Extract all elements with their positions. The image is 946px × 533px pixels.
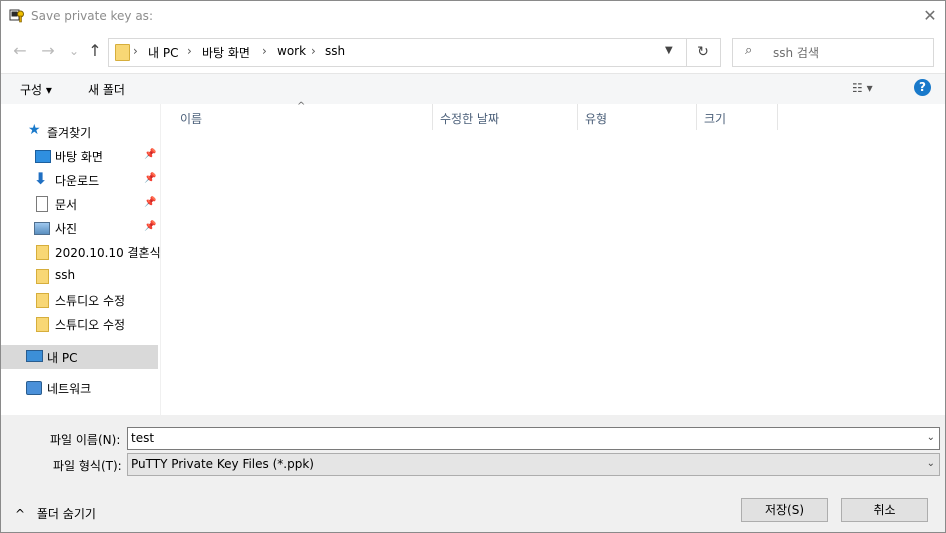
forward-arrow-icon[interactable]: → <box>38 41 58 61</box>
pin-icon: 📌 <box>144 221 157 232</box>
column-header-date-modified[interactable]: 수정한 날짜 <box>433 104 578 130</box>
filename-value: test <box>131 431 155 445</box>
sidebar-item-desktop[interactable]: 바탕 화면 📌 <box>1 144 158 168</box>
filetype-label: 파일 형식(T): <box>53 459 122 473</box>
folder-icon <box>115 44 130 61</box>
chevron-down-icon: ⌄ <box>926 458 935 469</box>
pin-icon: 📌 <box>144 197 157 208</box>
sidebar-item-label: 네트워크 <box>47 382 92 396</box>
sidebar-item-label: 2020.10.10 결혼식 <box>55 246 161 260</box>
breadcrumb-desktop[interactable]: 바탕 화면 <box>202 44 250 61</box>
breadcrumb-ssh[interactable]: ssh <box>325 44 345 58</box>
column-header-label: 수정한 날짜 <box>440 112 500 126</box>
sidebar-item-pictures[interactable]: 사진 📌 <box>1 216 158 240</box>
sidebar-item-quick-access[interactable]: ★ 즐겨찾기 <box>1 120 158 144</box>
search-placeholder: ssh 검색 <box>773 46 820 60</box>
sidebar-item-wedding-folder[interactable]: 2020.10.10 결혼식 <box>1 240 161 264</box>
address-bar[interactable]: › 내 PC › 바탕 화면 › work › ssh ▼ <box>108 38 687 67</box>
sidebar-item-label: 내 PC <box>47 351 78 365</box>
filetype-select[interactable]: PuTTY Private Key Files (*.ppk) ⌄ <box>127 453 940 476</box>
folder-icon <box>36 269 49 284</box>
folder-icon <box>36 317 49 332</box>
putty-key-icon <box>9 9 24 23</box>
breadcrumb-this-pc[interactable]: 내 PC <box>148 44 178 61</box>
chevron-right-icon: › <box>187 44 192 58</box>
pictures-icon <box>34 222 50 235</box>
document-icon <box>36 196 48 212</box>
sidebar-item-studio-edit[interactable]: 스튜디오 수정 <box>1 288 158 312</box>
computer-icon <box>26 350 43 362</box>
sidebar-item-this-pc[interactable]: 내 PC <box>1 345 158 369</box>
column-header-label: 유형 <box>585 112 608 126</box>
save-button[interactable]: 저장(S) <box>741 498 828 522</box>
close-icon[interactable]: ✕ <box>919 5 941 27</box>
star-icon: ★ <box>28 122 41 138</box>
up-arrow-icon[interactable]: ↑ <box>85 41 105 61</box>
desktop-icon <box>35 150 51 163</box>
window-title: Save private key as: <box>31 9 153 23</box>
title-bar: Save private key as: ✕ <box>1 1 945 32</box>
column-header-label: 이름 <box>180 112 203 126</box>
chevron-right-icon: › <box>311 44 316 58</box>
column-header-size[interactable]: 크기 <box>697 104 778 130</box>
filetype-value: PuTTY Private Key Files (*.ppk) <box>131 457 314 471</box>
search-input[interactable]: ⌕ ssh 검색 <box>732 38 934 67</box>
sidebar-item-label: 다운로드 <box>55 174 100 188</box>
chevron-down-icon[interactable]: ⌄ <box>927 432 935 443</box>
sidebar-item-label: 문서 <box>55 198 78 212</box>
command-toolbar: 구성 ▾ 새 폴더 ☷ ▾ <box>1 73 945 104</box>
back-arrow-icon[interactable]: ← <box>10 41 30 61</box>
hide-folders-button[interactable]: ^ 폴더 숨기기 <box>15 505 96 522</box>
view-options-button[interactable]: ☷ ▾ <box>852 81 873 95</box>
search-icon: ⌕ <box>745 43 753 58</box>
folder-icon <box>36 293 49 308</box>
hide-folders-label: 폴더 숨기기 <box>36 507 96 521</box>
chevron-right-icon: › <box>133 44 138 58</box>
sidebar-item-label: ssh <box>55 268 76 282</box>
refresh-icon[interactable]: ↻ <box>686 38 721 67</box>
chevron-right-icon: › <box>262 44 267 58</box>
filename-input[interactable]: test ⌄ <box>127 427 940 450</box>
pin-icon: 📌 <box>144 149 157 160</box>
new-folder-button[interactable]: 새 폴더 <box>88 81 125 98</box>
chevron-down-icon[interactable]: ▼ <box>665 45 673 56</box>
breadcrumb-work[interactable]: work <box>277 44 306 58</box>
sidebar-item-documents[interactable]: 문서 📌 <box>1 192 158 216</box>
cancel-button[interactable]: 취소 <box>841 498 928 522</box>
sidebar-item-label: 스튜디오 수정 <box>55 318 126 332</box>
sidebar-item-ssh[interactable]: ssh <box>1 264 158 288</box>
download-icon: ⬇ <box>34 169 48 188</box>
help-icon[interactable]: ? <box>914 79 931 96</box>
sidebar-item-studio-edit[interactable]: 스튜디오 수정 <box>1 312 158 336</box>
network-icon <box>26 381 42 395</box>
column-header-label: 크기 <box>704 112 727 126</box>
chevron-up-icon: ^ <box>15 507 26 521</box>
recent-locations-icon[interactable]: ⌄ <box>64 41 84 61</box>
sidebar-item-label: 스튜디오 수정 <box>55 294 126 308</box>
organize-button[interactable]: 구성 ▾ <box>20 81 52 98</box>
pin-icon: 📌 <box>144 173 157 184</box>
column-header-type[interactable]: 유형 <box>578 104 697 130</box>
save-dialog: Save private key as: ✕ ← → ⌄ ↑ › 내 PC › … <box>0 0 946 533</box>
filename-label: 파일 이름(N): <box>50 433 121 447</box>
sidebar-item-label: 사진 <box>55 222 78 236</box>
sidebar-item-downloads[interactable]: ⬇ 다운로드 📌 <box>1 168 158 192</box>
folder-icon <box>36 245 49 260</box>
column-header-name[interactable]: 이름 <box>172 104 433 130</box>
sidebar-item-label: 즐겨찾기 <box>47 126 92 140</box>
sidebar-item-label: 바탕 화면 <box>55 150 103 164</box>
sidebar-item-network[interactable]: 네트워크 <box>1 376 158 400</box>
